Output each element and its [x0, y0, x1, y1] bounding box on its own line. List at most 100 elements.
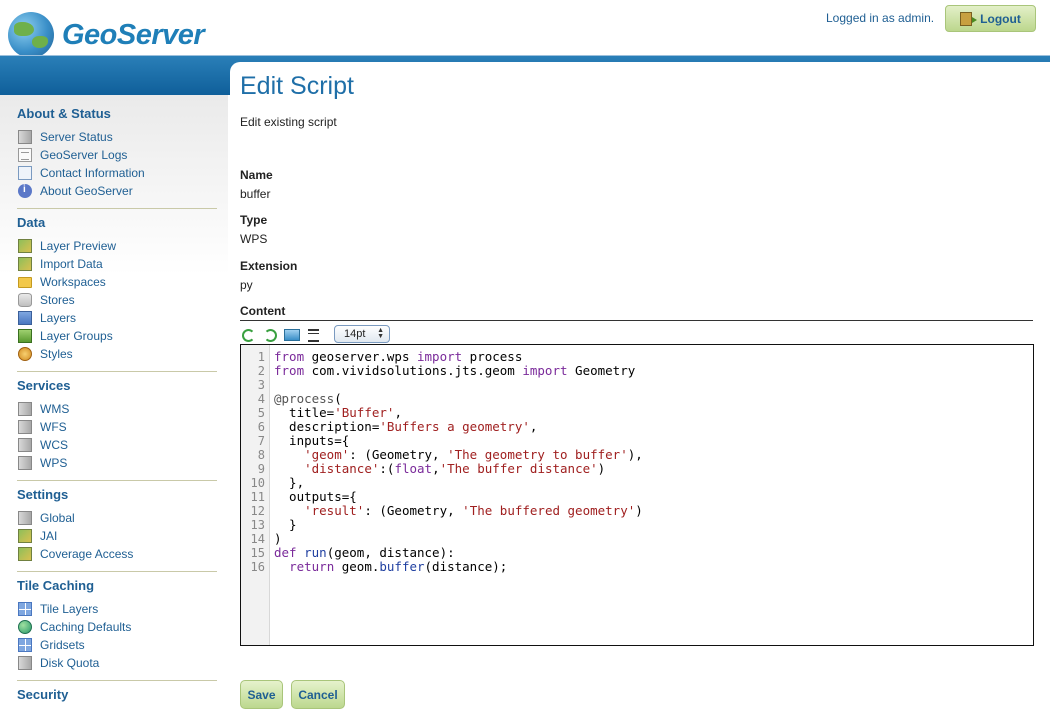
sidebar-item[interactable]: Coverage Access: [17, 545, 217, 563]
page-description: Edit existing script: [240, 115, 337, 129]
sidebar-item-label: JAI: [40, 529, 58, 543]
geoserver-logo[interactable]: GeoServer: [8, 10, 205, 60]
undo-icon[interactable]: [240, 326, 256, 342]
line-code: @process(: [274, 391, 342, 406]
sidebar-item-label: Coverage Access: [40, 547, 134, 561]
nav-section: Tile Caching Tile Layers Caching Defaults G…: [17, 577, 217, 681]
map-preview-icon: [18, 529, 32, 543]
line-code: 'result': (Geometry, 'The buffered geome…: [304, 503, 643, 518]
nav-divider: [17, 371, 217, 372]
line-number: 7: [257, 434, 265, 448]
line-number: 14: [250, 532, 265, 546]
code-line: 7 inputs={: [241, 434, 1033, 449]
sidebar-item[interactable]: Server Status: [17, 128, 217, 146]
sidebar-item-label: Layer Groups: [40, 329, 113, 343]
line-number: 6: [257, 420, 265, 434]
sidebar-item[interactable]: Tile Layers: [17, 600, 217, 618]
folder-icon: [18, 276, 32, 288]
sidebar-item-label: Stores: [40, 293, 75, 307]
main-content: Edit Script Edit existing script Name bu…: [230, 62, 1050, 715]
code-line: 8 'geom': (Geometry, 'The geometry to bu…: [241, 448, 1033, 463]
line-number: 4: [257, 392, 265, 406]
info-icon: [18, 184, 32, 198]
sidebar-item-label: Tile Layers: [40, 602, 99, 616]
redo-icon[interactable]: [262, 326, 278, 342]
brand-name: GeoServer: [62, 18, 205, 51]
line-number: 12: [250, 504, 265, 518]
sidebar-item[interactable]: WFS: [17, 418, 217, 436]
sidebar-item[interactable]: Layer Groups: [17, 327, 217, 345]
nav-divider: [17, 208, 217, 209]
sidebar-item[interactable]: Caching Defaults: [17, 618, 217, 636]
sidebar-item[interactable]: WPS: [17, 454, 217, 472]
line-number: 10: [250, 476, 265, 490]
sidebar-item[interactable]: Layer Preview: [17, 237, 217, 255]
save-button[interactable]: Save: [240, 680, 283, 709]
line-number: 16: [250, 560, 265, 574]
code-editor[interactable]: 1 from geoserver.wps import process 2 from …: [240, 344, 1034, 646]
line-code: 'distance':(float,'The buffer distance'): [304, 461, 606, 476]
highlight-toggle-icon[interactable]: [284, 329, 300, 341]
sidebar-item[interactable]: Stores: [17, 291, 217, 309]
code-line: 16 return geom.buffer(distance);: [241, 560, 1033, 575]
name-label: Name: [240, 168, 273, 182]
font-size-select[interactable]: 14pt ▲ ▼: [334, 325, 390, 343]
line-number: 9: [257, 462, 265, 476]
nav-section: Services WMS WFS WCS WPS: [17, 377, 217, 481]
code-line: 3: [241, 378, 1033, 392]
sidebar-item[interactable]: About GeoServer: [17, 182, 217, 200]
content-label: Content: [240, 304, 286, 318]
sidebar-item-label: Workspaces: [40, 275, 106, 289]
logout-button[interactable]: Logout: [945, 5, 1036, 32]
line-number: 8: [257, 448, 265, 462]
layer-group-icon: [18, 329, 32, 343]
line-code: from geoserver.wps import process: [274, 349, 523, 364]
nav-section-title: Settings: [17, 487, 69, 502]
sidebar-item-label: GeoServer Logs: [40, 148, 128, 162]
sidebar-item[interactable]: Layers: [17, 309, 217, 327]
code-line: 9 'distance':(float,'The buffer distance…: [241, 461, 1033, 477]
sidebar-item[interactable]: Styles: [17, 345, 217, 363]
sidebar-item[interactable]: Workspaces: [17, 273, 217, 291]
globe-icon: [8, 12, 54, 58]
page-title: Edit Script: [240, 72, 354, 100]
sidebar-item-label: WMS: [40, 402, 70, 416]
sidebar-item[interactable]: Disk Quota: [17, 654, 217, 672]
nav-section: Settings Global JAI Coverage Access: [17, 486, 217, 572]
code-line: 4 @process(: [241, 391, 1033, 407]
sidebar-item[interactable]: Global: [17, 509, 217, 527]
globe-icon: [18, 620, 32, 634]
extension-value: py: [240, 278, 253, 292]
logs-icon: [18, 148, 32, 162]
sidebar-item-label: Styles: [40, 347, 73, 361]
line-number: 15: [250, 546, 265, 560]
reindent-icon[interactable]: [306, 326, 322, 342]
line-code: from com.vividsolutions.jts.geom import …: [274, 363, 636, 378]
sidebar-item-label: WCS: [40, 438, 68, 452]
sidebar-item-label: Gridsets: [40, 638, 85, 652]
code-line: 2 from com.vividsolutions.jts.geom import…: [241, 363, 1033, 379]
server-icon: [18, 402, 32, 416]
sidebar-item[interactable]: WCS: [17, 436, 217, 454]
line-code: description='Buffers a geometry',: [274, 419, 538, 434]
line-number: 2: [257, 364, 265, 378]
editor-toolbar: 14pt ▲ ▼: [240, 324, 390, 344]
sidebar-item[interactable]: Gridsets: [17, 636, 217, 654]
login-status: Logged in as admin.: [826, 11, 935, 25]
line-code: def run(geom, distance):: [274, 545, 455, 560]
sidebar-item[interactable]: Contact Information: [17, 164, 217, 182]
type-label: Type: [240, 213, 268, 227]
sidebar-item-label: Layer Preview: [40, 239, 117, 253]
sidebar-item-label: Caching Defaults: [40, 620, 132, 634]
nav-section-title: Data: [17, 215, 46, 230]
sidebar-item[interactable]: Import Data: [17, 255, 217, 273]
sidebar-item[interactable]: GeoServer Logs: [17, 146, 217, 164]
sidebar-item-label: Disk Quota: [40, 656, 100, 670]
sidebar-item-label: About GeoServer: [40, 184, 133, 198]
server-icon: [18, 656, 32, 670]
cancel-button[interactable]: Cancel: [291, 680, 345, 709]
sidebar-item[interactable]: WMS: [17, 400, 217, 418]
line-number: 3: [257, 378, 265, 392]
server-icon: [18, 420, 32, 434]
sidebar-item[interactable]: JAI: [17, 527, 217, 545]
